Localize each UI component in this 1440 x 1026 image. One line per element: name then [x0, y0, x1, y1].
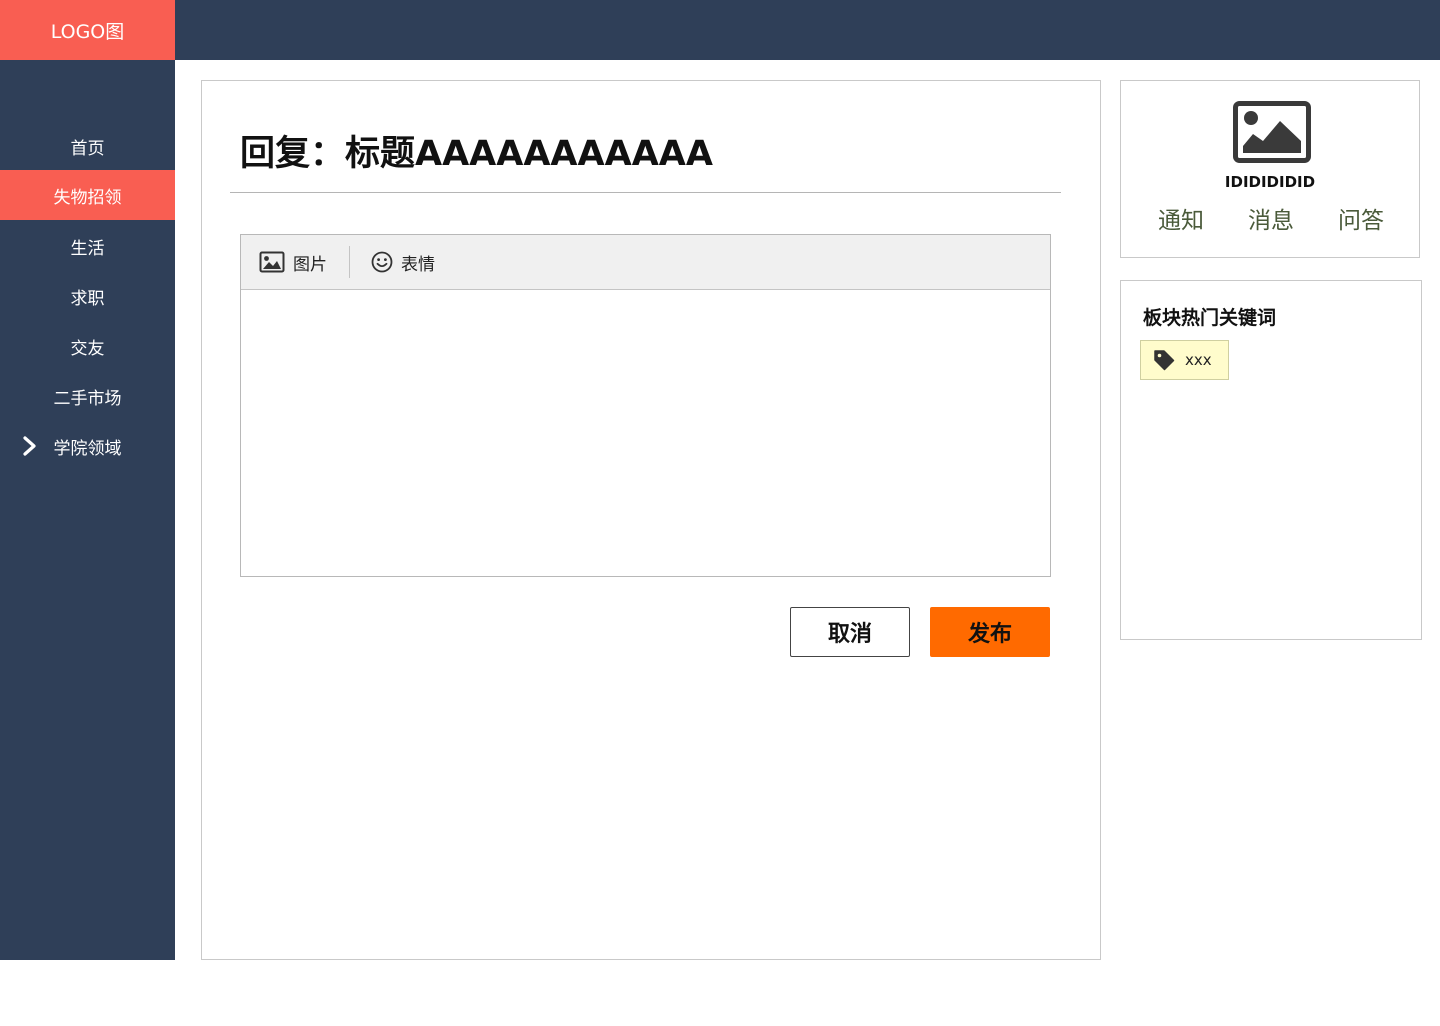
avatar-image-icon[interactable] [1233, 101, 1311, 163]
sidebar-item-lost-and-found[interactable]: 失物招领 [0, 170, 175, 220]
insert-emoji-label: 表情 [401, 254, 435, 275]
notifications-link[interactable]: 通知 [1158, 201, 1204, 235]
sidebar: 首页 失物招领 生活 求职 交友 二手市场 学院领域 [0, 60, 175, 960]
reply-textarea[interactable] [241, 290, 1050, 576]
user-card: IDIDIDIDID 通知 消息 问答 [1120, 80, 1420, 258]
chevron-right-icon [23, 436, 36, 456]
qa-link[interactable]: 问答 [1338, 201, 1384, 235]
tag-icon [1154, 350, 1175, 371]
sidebar-item-college[interactable]: 学院领域 [0, 421, 175, 471]
reply-panel: 回复：标题AAAAAAAAAAA 图片 表情 取消 发布 [201, 80, 1101, 960]
sidebar-item-label: 首页 [70, 138, 105, 159]
toolbar-divider [349, 246, 350, 278]
sidebar-item-label: 二手市场 [53, 388, 122, 409]
sidebar-item-life[interactable]: 生活 [0, 221, 175, 271]
cancel-button[interactable]: 取消 [790, 607, 910, 657]
image-icon [259, 251, 285, 273]
keyword-tag[interactable]: xxx [1140, 340, 1229, 380]
hot-keywords-title: 板块热门关键词 [1143, 307, 1277, 329]
page-title: 回复：标题AAAAAAAAAAA [240, 134, 713, 174]
messages-link[interactable]: 消息 [1248, 201, 1294, 235]
keyword-tag-label: xxx [1185, 351, 1212, 369]
sidebar-item-label: 学院领域 [53, 438, 122, 459]
sidebar-item-label: 生活 [70, 238, 105, 259]
title-divider [230, 192, 1061, 193]
sidebar-item-second-hand-market[interactable]: 二手市场 [0, 371, 175, 421]
sidebar-item-label: 交友 [70, 338, 105, 359]
insert-emoji-button[interactable]: 表情 [371, 245, 435, 279]
publish-button[interactable]: 发布 [930, 607, 1050, 657]
smiley-icon [371, 251, 393, 273]
user-id: IDIDIDIDID [1224, 173, 1316, 191]
hot-keywords-card: 板块热门关键词 xxx [1120, 280, 1422, 640]
logo[interactable]: LOGO图 [0, 0, 175, 60]
reply-editor: 图片 表情 [240, 234, 1051, 577]
insert-image-button[interactable]: 图片 [259, 245, 327, 279]
sidebar-item-jobs[interactable]: 求职 [0, 271, 175, 321]
editor-toolbar: 图片 表情 [241, 235, 1050, 290]
sidebar-item-home[interactable]: 首页 [0, 121, 175, 171]
sidebar-item-label: 失物招领 [53, 187, 122, 208]
sidebar-item-friends[interactable]: 交友 [0, 321, 175, 371]
sidebar-item-label: 求职 [70, 288, 105, 309]
top-header-bar [0, 0, 1440, 60]
insert-image-label: 图片 [293, 254, 327, 275]
